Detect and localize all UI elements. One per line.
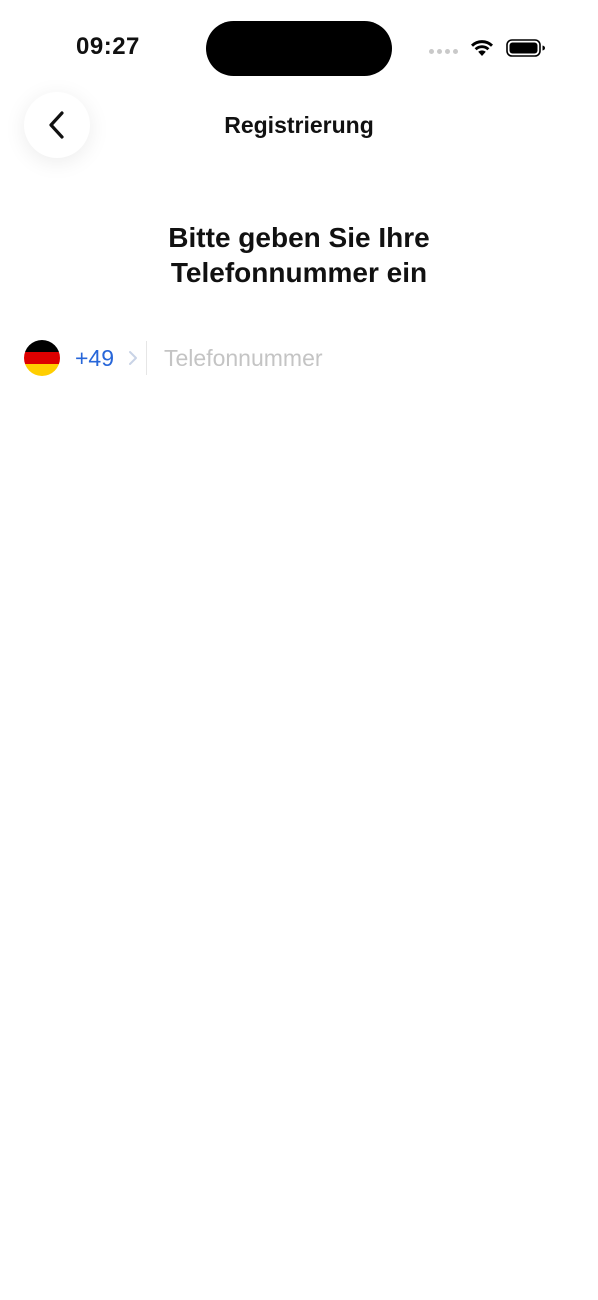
cellular-signal-icon — [429, 48, 458, 54]
phone-number-row: +49 — [24, 340, 574, 376]
battery-icon — [506, 39, 545, 57]
instruction-heading: Bitte geben Sie Ihre Telefonnummer ein — [0, 220, 598, 290]
instruction-heading-line-2: Telefonnummer ein — [170, 257, 428, 288]
page-title: Registrierung — [224, 112, 374, 138]
phone-number-input[interactable] — [164, 344, 525, 372]
wifi-icon — [471, 40, 493, 56]
dynamic-island — [206, 21, 392, 76]
status-icons — [429, 37, 546, 59]
registration-screen: 09:27 Registrierung Bitte geben Sie Ihre… — [0, 0, 598, 1300]
status-time: 09:27 — [76, 33, 140, 60]
instruction-heading-line-1: Bitte geben Sie Ihre — [168, 222, 430, 253]
germany-flag-icon[interactable] — [24, 340, 60, 376]
country-code-selector[interactable]: +49 — [75, 345, 114, 372]
chevron-right-icon[interactable] — [128, 350, 138, 366]
input-divider — [146, 341, 148, 375]
